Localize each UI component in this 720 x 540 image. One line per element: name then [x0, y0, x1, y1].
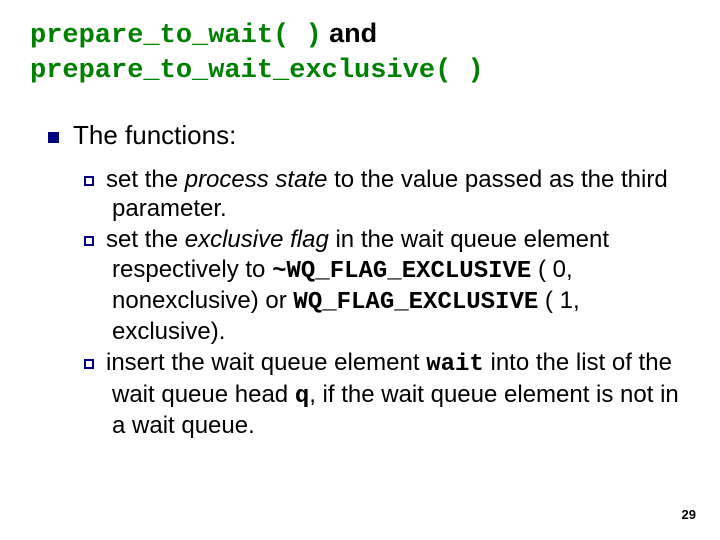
text: insert the wait queue element [106, 349, 426, 376]
text: set the [106, 166, 185, 193]
list-item: set the process state to the value passe… [84, 165, 690, 224]
emphasis: process state [185, 166, 328, 193]
level2-list: set the process state to the value passe… [84, 165, 690, 440]
title-code-2: prepare_to_wait_exclusive( ) [30, 56, 484, 86]
square-bullet-icon [48, 132, 59, 143]
text: set the [106, 226, 185, 253]
code-text: q [295, 383, 309, 410]
code-text: WQ_FLAG_EXCLUSIVE [293, 289, 538, 316]
slide: prepare_to_wait( ) and prepare_to_wait_e… [0, 0, 720, 440]
hollow-square-bullet-icon [84, 236, 94, 246]
level1-text: The functions: [73, 120, 236, 150]
list-item: set the exclusive flag in the wait queue… [84, 225, 690, 346]
list-item: insert the wait queue element wait into … [84, 348, 690, 440]
code-text: ~WQ_FLAG_EXCLUSIVE [272, 258, 531, 285]
title-code-1: prepare_to_wait( ) [30, 21, 322, 51]
code-text: wait [426, 351, 484, 378]
slide-title: prepare_to_wait( ) and prepare_to_wait_e… [30, 18, 690, 88]
emphasis: exclusive flag [185, 226, 329, 253]
hollow-square-bullet-icon [84, 359, 94, 369]
title-and: and [322, 18, 378, 48]
hollow-square-bullet-icon [84, 176, 94, 186]
level1-item: The functions: [48, 120, 690, 151]
page-number: 29 [682, 507, 696, 522]
